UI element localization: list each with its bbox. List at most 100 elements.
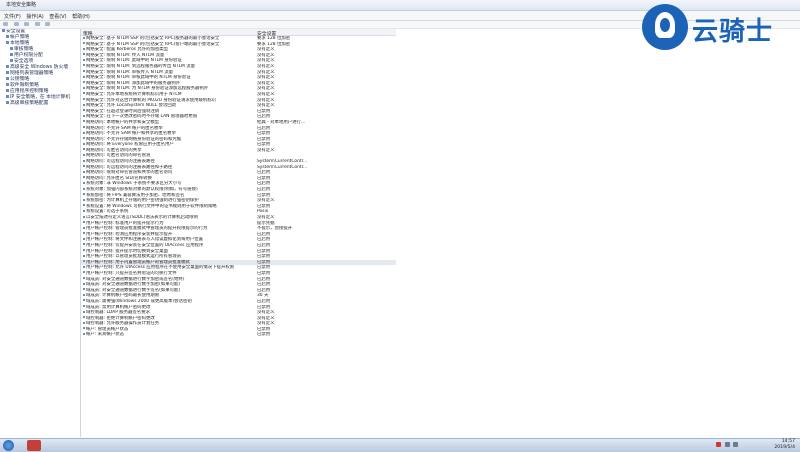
policy-label: 域控制器: LDAP 服务器签名要求 bbox=[86, 310, 150, 316]
folder-icon bbox=[6, 83, 9, 86]
policy-icon bbox=[83, 265, 85, 268]
policy-icon bbox=[83, 131, 85, 134]
policy-icon bbox=[83, 98, 85, 101]
policy-icon bbox=[83, 271, 85, 274]
table-row[interactable]: 帐户: 来宾帐户状态 已禁用 bbox=[81, 332, 396, 338]
policy-label: 网络安全: 限制 NTLM: 添加此域中的服务器例外 bbox=[86, 80, 180, 86]
menu-help[interactable]: 帮助(H) bbox=[72, 13, 90, 20]
properties-icon[interactable] bbox=[34, 22, 40, 26]
policy-label: 域成员: 对安全通道数据进行数字签名(如果可能) bbox=[86, 287, 181, 293]
policy-label: 网络安全: 限制 NTLM: 审核此域中的 NTLM 身份验证 bbox=[86, 75, 191, 81]
policy-icon bbox=[83, 159, 85, 162]
folder-icon bbox=[6, 95, 9, 98]
tree-item-label: 安全选项 bbox=[14, 59, 34, 64]
policy-icon bbox=[83, 81, 85, 84]
policy-icon bbox=[83, 198, 85, 201]
network-icon[interactable] bbox=[725, 442, 730, 447]
policy-label: 网络安全: 在超过登录时间后强制注销 bbox=[86, 108, 160, 114]
folder-icon bbox=[6, 77, 9, 80]
policy-icon bbox=[83, 109, 85, 112]
folder-icon bbox=[6, 41, 9, 44]
policy-label: 网络访问: 允许匿名 SID/名称转换 bbox=[86, 175, 152, 181]
tree-item-label: IP 安全策略，在 本地计算机 bbox=[10, 95, 71, 100]
policy-icon bbox=[83, 332, 85, 335]
tree-item[interactable]: 高级审核策略配置 bbox=[0, 101, 80, 107]
folder-icon bbox=[10, 53, 13, 56]
policy-icon bbox=[83, 86, 85, 89]
policy-icon bbox=[83, 165, 85, 168]
tree-item-label: 应用程序控制策略 bbox=[10, 89, 49, 94]
policy-label: 用户帐户控制: 允许 UIAccess 应用程序在不使用安全桌面的情况下提升权限 bbox=[86, 265, 235, 271]
folder-icon bbox=[6, 101, 9, 104]
watermark-text: 云骑士 bbox=[692, 17, 774, 47]
policy-icon bbox=[83, 260, 85, 263]
back-icon[interactable] bbox=[3, 22, 8, 26]
policy-label: 域成员: 禁用计算机帐户密码更改 bbox=[86, 304, 151, 310]
policy-icon bbox=[83, 321, 85, 324]
policy-icon bbox=[83, 249, 85, 252]
policy-icon bbox=[83, 47, 85, 50]
policy-icon bbox=[83, 310, 85, 313]
forward-icon[interactable] bbox=[13, 22, 19, 26]
menu-action[interactable]: 操作(A) bbox=[26, 13, 43, 20]
policy-icon bbox=[83, 148, 85, 151]
policy-icon bbox=[83, 42, 85, 45]
tree-item-label: 网络列表管理器策略 bbox=[10, 71, 54, 76]
policy-label: 网络安全: 限制 NTLM: 此域中的 NTLM 身份验证 bbox=[86, 58, 182, 64]
policy-label: 用户帐户控制: 用于内置管理员帐户的管理员批准模式 bbox=[86, 259, 190, 265]
policy-label: 系统设置: 将 Windows 可执行文件中的证书规则用于软件限制策略 bbox=[86, 203, 217, 209]
tree-item-label: 本地策略 bbox=[10, 41, 30, 46]
tree-item-label: 高级安全 Windows 防火墙 bbox=[10, 65, 69, 70]
policy-table: 策略 安全设置 网络安全: 基于 NTLM SSP 的(包括安全 RPC)服务器… bbox=[81, 29, 396, 437]
folder-icon bbox=[6, 65, 9, 68]
volume-icon[interactable] bbox=[733, 442, 738, 447]
policy-label: 用户帐户控制: 仅提升安装在安全位置的 UIAccess 应用程序 bbox=[86, 242, 204, 248]
policy-label: 系统对象: 非 Windows 子系统不要求区分大小写 bbox=[86, 181, 182, 187]
window-title: 本地安全策略 bbox=[6, 2, 37, 8]
policy-icon bbox=[83, 305, 85, 307]
taskbar-app-icon[interactable] bbox=[27, 440, 41, 451]
policy-icon bbox=[83, 64, 85, 67]
policy-label: 用户帐户控制: 提升提示时切换到安全桌面 bbox=[86, 248, 168, 254]
policy-icon bbox=[83, 120, 85, 123]
tree-item-label: 安全设置 bbox=[6, 29, 26, 34]
policy-icon bbox=[83, 204, 85, 207]
knight-icon bbox=[642, 4, 688, 50]
menu-view[interactable]: 查看(V) bbox=[49, 13, 66, 20]
policy-label: 用户帐户控制: 以管理员批准模式运行所有管理员 bbox=[86, 254, 182, 260]
policy-icon bbox=[83, 232, 85, 235]
folder-icon bbox=[10, 59, 13, 62]
policy-icon bbox=[83, 215, 85, 218]
tree-item-label: 高级审核策略配置 bbox=[10, 101, 49, 106]
menu-file[interactable]: 文件(F) bbox=[4, 13, 21, 20]
policy-label: 网络安全: 基于 NTLM SSP 的(包括安全 RPC)客户端的最小会话安全 bbox=[86, 41, 220, 47]
policy-label: 网络访问: 限制对命名管道和共享的匿名访问 bbox=[86, 170, 173, 176]
help-icon[interactable] bbox=[45, 22, 51, 26]
tree-item-label: 帐户策略 bbox=[10, 35, 30, 40]
policy-label: 网络访问: 可匿名访问的命名管道 bbox=[86, 153, 151, 159]
folder-icon bbox=[10, 47, 13, 50]
policy-label: 系统加密: 将 FIPS 兼容算法用于加密、哈希和签名 bbox=[86, 192, 185, 198]
policy-label: 帐户: 管理员帐户状态 bbox=[86, 326, 129, 332]
folder-icon bbox=[6, 71, 9, 74]
policy-icon bbox=[83, 327, 85, 330]
policy-icon bbox=[83, 70, 85, 73]
policy-label: 用户帐户控制: 标准用户的提升提示行为 bbox=[86, 220, 164, 226]
start-button[interactable] bbox=[3, 440, 14, 451]
tray-icon[interactable] bbox=[716, 442, 721, 447]
clock[interactable]: 14:57 2019/5/4 bbox=[740, 439, 795, 451]
policy-icon bbox=[83, 299, 85, 302]
tree-item-label: 用户权限分配 bbox=[14, 53, 43, 58]
policy-icon bbox=[83, 75, 85, 78]
folder-icon bbox=[6, 89, 9, 92]
policy-icon bbox=[83, 187, 85, 190]
policy-label: 网络访问: 本地帐户的共享和安全模型 bbox=[86, 119, 160, 125]
policy-icon bbox=[83, 293, 85, 296]
policy-label: 网络安全: 限制 NTLM: 到远程服务器的传出 NTLM 流量 bbox=[86, 63, 195, 69]
policy-icon bbox=[83, 114, 85, 117]
policy-label: 网络安全: 基于 NTLM SSP 的(包括安全 RPC)服务器的最小会话安全 bbox=[86, 36, 220, 41]
policy-label: 网络访问: 可匿名访问的共享 bbox=[86, 147, 142, 153]
up-icon[interactable] bbox=[24, 22, 30, 26]
policy-icon bbox=[83, 142, 85, 145]
policy-icon bbox=[83, 36, 85, 39]
